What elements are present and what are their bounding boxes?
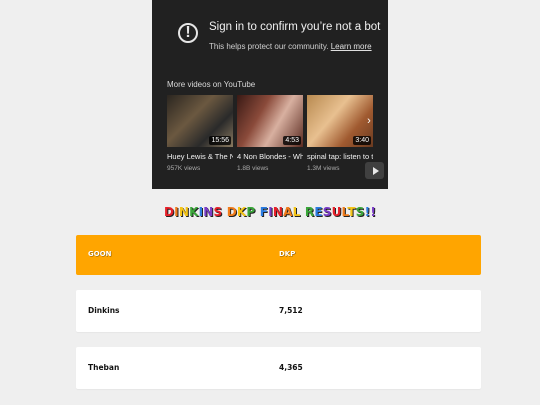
video-views: 1.3M views <box>307 165 340 172</box>
notice-subtitle: This helps protect our community. Learn … <box>209 42 380 52</box>
title-char: N <box>178 205 190 219</box>
learn-more-link[interactable]: Learn more <box>331 42 372 51</box>
notice-title: Sign in to confirm you’re not a bot <box>209 21 381 33</box>
goon-name: Theban <box>88 363 120 372</box>
youtube-embed[interactable]: ! Sign in to confirm you’re not a bot Th… <box>152 0 388 189</box>
video-title[interactable]: Huey Lewis & The N... <box>167 152 233 161</box>
video-title[interactable]: spinal tap: listen to t... <box>307 152 373 161</box>
video-card[interactable]: 4:53 4 Non Blondes - Wh... 1.8B views <box>237 95 303 172</box>
video-card[interactable]: 15:56 Huey Lewis & The N... 957K views <box>167 95 233 172</box>
video-duration: 15:56 <box>209 136 231 145</box>
chevron-right-icon[interactable]: › <box>364 112 374 130</box>
column-header-dkp: DKP <box>279 250 296 258</box>
title-char: S <box>322 205 332 219</box>
table-row: Dinkins 7,512 <box>76 290 481 332</box>
title-char: R <box>304 205 315 219</box>
dkp-value: 7,512 <box>279 306 303 315</box>
more-videos-heading: More videos on YouTube <box>167 80 256 89</box>
video-title[interactable]: 4 Non Blondes - Wh... <box>237 152 303 161</box>
dkp-value: 4,365 <box>279 363 303 372</box>
video-thumbnail[interactable]: 15:56 <box>167 95 233 147</box>
table-header: GOON DKP <box>76 235 481 275</box>
title-char: D <box>163 205 175 219</box>
title-char: S <box>355 205 365 219</box>
notice-subtitle-text: This helps protect our community. <box>209 42 329 51</box>
title-char: U <box>331 205 342 219</box>
youtube-play-icon[interactable] <box>365 162 384 179</box>
page-title: DINKINS DKP FINAL RESULTS!! <box>0 205 540 219</box>
video-duration: 4:53 <box>283 136 301 145</box>
table-row: Theban 4,365 <box>76 347 481 389</box>
title-char: K <box>189 205 199 219</box>
title-char: ! <box>370 205 377 219</box>
title-char: D <box>226 205 237 219</box>
video-views: 957K views <box>167 165 201 172</box>
alert-icon: ! <box>178 23 198 43</box>
video-views: 1.8B views <box>237 165 269 172</box>
title-char: T <box>347 205 356 219</box>
title-char: N <box>203 205 214 219</box>
more-videos-list: 15:56 Huey Lewis & The N... 957K views 4… <box>167 95 373 172</box>
title-char: E <box>314 205 323 219</box>
title-char: F <box>259 205 269 219</box>
bot-check-notice: ! Sign in to confirm you’re not a bot Th… <box>178 19 380 52</box>
column-header-goon: GOON <box>88 250 112 258</box>
video-card[interactable]: 3:40 spinal tap: listen to t... 1.3M vie… <box>307 95 373 172</box>
title-char: N <box>272 205 284 219</box>
video-thumbnail[interactable]: 4:53 <box>237 95 303 147</box>
goon-name: Dinkins <box>88 306 120 315</box>
title-char: A <box>283 205 293 219</box>
title-char: K <box>236 205 247 219</box>
video-duration: 3:40 <box>353 136 371 145</box>
